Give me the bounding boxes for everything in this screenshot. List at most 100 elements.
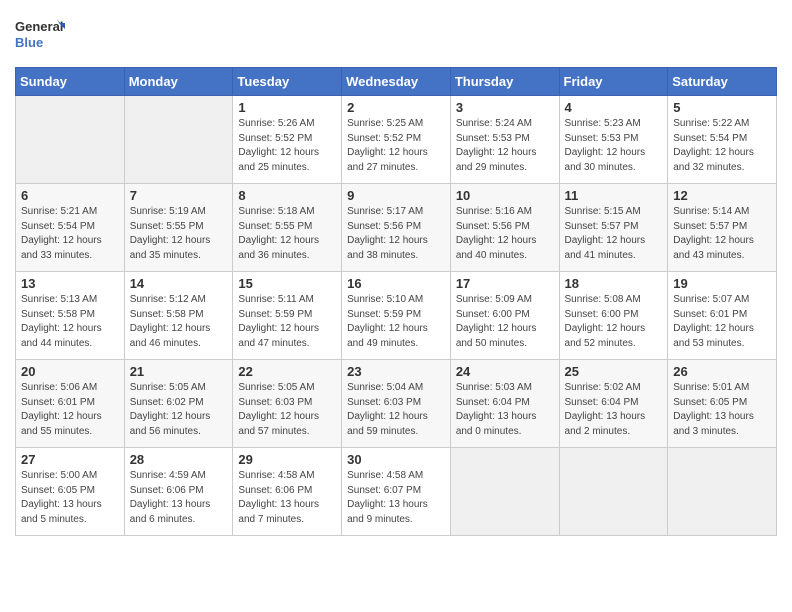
day-cell: 14 Sunrise: 5:12 AM Sunset: 5:58 PM Dayl…	[124, 272, 233, 360]
sunrise-text: Sunrise: 5:06 AM	[21, 382, 97, 393]
sunset-text: Sunset: 6:03 PM	[238, 397, 312, 408]
sunrise-text: Sunrise: 5:14 AM	[673, 206, 749, 217]
day-number: 7	[130, 188, 228, 203]
day-number: 11	[565, 188, 663, 203]
sunrise-text: Sunrise: 5:03 AM	[456, 382, 532, 393]
daylight-text: Daylight: 12 hours and 41 minutes.	[565, 235, 646, 261]
sunset-text: Sunset: 5:55 PM	[238, 221, 312, 232]
sunset-text: Sunset: 5:52 PM	[238, 133, 312, 144]
sunrise-text: Sunrise: 5:19 AM	[130, 206, 206, 217]
day-info: Sunrise: 5:14 AM Sunset: 5:57 PM Dayligh…	[673, 205, 771, 263]
col-header-sunday: Sunday	[16, 68, 125, 96]
sunset-text: Sunset: 5:58 PM	[21, 309, 95, 320]
col-header-tuesday: Tuesday	[233, 68, 342, 96]
sunrise-text: Sunrise: 5:10 AM	[347, 294, 423, 305]
daylight-text: Daylight: 12 hours and 30 minutes.	[565, 147, 646, 173]
day-cell	[450, 448, 559, 536]
day-cell: 16 Sunrise: 5:10 AM Sunset: 5:59 PM Dayl…	[342, 272, 451, 360]
sunset-text: Sunset: 6:05 PM	[21, 485, 95, 496]
sunrise-text: Sunrise: 5:11 AM	[238, 294, 313, 305]
daylight-text: Daylight: 12 hours and 52 minutes.	[565, 323, 646, 349]
calendar-table: SundayMondayTuesdayWednesdayThursdayFrid…	[15, 67, 777, 536]
day-number: 28	[130, 452, 228, 467]
daylight-text: Daylight: 13 hours and 9 minutes.	[347, 499, 428, 525]
daylight-text: Daylight: 12 hours and 27 minutes.	[347, 147, 428, 173]
sunrise-text: Sunrise: 5:16 AM	[456, 206, 532, 217]
day-cell: 22 Sunrise: 5:05 AM Sunset: 6:03 PM Dayl…	[233, 360, 342, 448]
daylight-text: Daylight: 12 hours and 56 minutes.	[130, 411, 211, 437]
day-info: Sunrise: 5:12 AM Sunset: 5:58 PM Dayligh…	[130, 293, 228, 351]
daylight-text: Daylight: 12 hours and 25 minutes.	[238, 147, 319, 173]
sunset-text: Sunset: 6:03 PM	[347, 397, 421, 408]
day-cell: 9 Sunrise: 5:17 AM Sunset: 5:56 PM Dayli…	[342, 184, 451, 272]
day-number: 2	[347, 100, 445, 115]
sunrise-text: Sunrise: 5:05 AM	[130, 382, 206, 393]
day-cell: 13 Sunrise: 5:13 AM Sunset: 5:58 PM Dayl…	[16, 272, 125, 360]
daylight-text: Daylight: 12 hours and 47 minutes.	[238, 323, 319, 349]
sunset-text: Sunset: 6:04 PM	[565, 397, 639, 408]
day-info: Sunrise: 5:18 AM Sunset: 5:55 PM Dayligh…	[238, 205, 336, 263]
daylight-text: Daylight: 13 hours and 7 minutes.	[238, 499, 319, 525]
day-number: 3	[456, 100, 554, 115]
sunset-text: Sunset: 6:06 PM	[130, 485, 204, 496]
daylight-text: Daylight: 12 hours and 38 minutes.	[347, 235, 428, 261]
day-number: 9	[347, 188, 445, 203]
day-cell: 26 Sunrise: 5:01 AM Sunset: 6:05 PM Dayl…	[668, 360, 777, 448]
day-cell: 23 Sunrise: 5:04 AM Sunset: 6:03 PM Dayl…	[342, 360, 451, 448]
day-info: Sunrise: 5:08 AM Sunset: 6:00 PM Dayligh…	[565, 293, 663, 351]
day-info: Sunrise: 5:25 AM Sunset: 5:52 PM Dayligh…	[347, 117, 445, 175]
day-info: Sunrise: 5:02 AM Sunset: 6:04 PM Dayligh…	[565, 381, 663, 439]
daylight-text: Daylight: 12 hours and 46 minutes.	[130, 323, 211, 349]
daylight-text: Daylight: 12 hours and 29 minutes.	[456, 147, 537, 173]
day-cell: 20 Sunrise: 5:06 AM Sunset: 6:01 PM Dayl…	[16, 360, 125, 448]
day-cell	[124, 96, 233, 184]
day-cell: 19 Sunrise: 5:07 AM Sunset: 6:01 PM Dayl…	[668, 272, 777, 360]
day-info: Sunrise: 5:21 AM Sunset: 5:54 PM Dayligh…	[21, 205, 119, 263]
daylight-text: Daylight: 13 hours and 3 minutes.	[673, 411, 754, 437]
day-info: Sunrise: 5:13 AM Sunset: 5:58 PM Dayligh…	[21, 293, 119, 351]
day-info: Sunrise: 4:58 AM Sunset: 6:06 PM Dayligh…	[238, 469, 336, 527]
day-info: Sunrise: 5:01 AM Sunset: 6:05 PM Dayligh…	[673, 381, 771, 439]
sunrise-text: Sunrise: 5:09 AM	[456, 294, 532, 305]
day-info: Sunrise: 5:22 AM Sunset: 5:54 PM Dayligh…	[673, 117, 771, 175]
day-cell: 7 Sunrise: 5:19 AM Sunset: 5:55 PM Dayli…	[124, 184, 233, 272]
day-number: 18	[565, 276, 663, 291]
col-header-friday: Friday	[559, 68, 668, 96]
day-cell	[16, 96, 125, 184]
sunrise-text: Sunrise: 5:01 AM	[673, 382, 749, 393]
day-number: 24	[456, 364, 554, 379]
sunset-text: Sunset: 6:00 PM	[565, 309, 639, 320]
day-number: 19	[673, 276, 771, 291]
day-cell: 28 Sunrise: 4:59 AM Sunset: 6:06 PM Dayl…	[124, 448, 233, 536]
daylight-text: Daylight: 12 hours and 49 minutes.	[347, 323, 428, 349]
day-number: 12	[673, 188, 771, 203]
col-header-saturday: Saturday	[668, 68, 777, 96]
sunrise-text: Sunrise: 5:08 AM	[565, 294, 641, 305]
day-info: Sunrise: 4:58 AM Sunset: 6:07 PM Dayligh…	[347, 469, 445, 527]
sunset-text: Sunset: 5:57 PM	[565, 221, 639, 232]
col-header-wednesday: Wednesday	[342, 68, 451, 96]
sunset-text: Sunset: 6:05 PM	[673, 397, 747, 408]
daylight-text: Daylight: 12 hours and 44 minutes.	[21, 323, 102, 349]
daylight-text: Daylight: 12 hours and 57 minutes.	[238, 411, 319, 437]
week-row-4: 20 Sunrise: 5:06 AM Sunset: 6:01 PM Dayl…	[16, 360, 777, 448]
sunset-text: Sunset: 5:52 PM	[347, 133, 421, 144]
day-number: 16	[347, 276, 445, 291]
day-number: 15	[238, 276, 336, 291]
daylight-text: Daylight: 12 hours and 50 minutes.	[456, 323, 537, 349]
day-info: Sunrise: 5:23 AM Sunset: 5:53 PM Dayligh…	[565, 117, 663, 175]
day-cell: 1 Sunrise: 5:26 AM Sunset: 5:52 PM Dayli…	[233, 96, 342, 184]
day-number: 20	[21, 364, 119, 379]
sunset-text: Sunset: 5:59 PM	[238, 309, 312, 320]
day-number: 22	[238, 364, 336, 379]
daylight-text: Daylight: 13 hours and 2 minutes.	[565, 411, 646, 437]
day-cell: 18 Sunrise: 5:08 AM Sunset: 6:00 PM Dayl…	[559, 272, 668, 360]
day-number: 21	[130, 364, 228, 379]
day-info: Sunrise: 5:07 AM Sunset: 6:01 PM Dayligh…	[673, 293, 771, 351]
day-number: 25	[565, 364, 663, 379]
sunset-text: Sunset: 6:01 PM	[673, 309, 747, 320]
day-info: Sunrise: 5:04 AM Sunset: 6:03 PM Dayligh…	[347, 381, 445, 439]
sunset-text: Sunset: 5:59 PM	[347, 309, 421, 320]
day-cell: 5 Sunrise: 5:22 AM Sunset: 5:54 PM Dayli…	[668, 96, 777, 184]
logo-svg: General Blue	[15, 15, 65, 57]
